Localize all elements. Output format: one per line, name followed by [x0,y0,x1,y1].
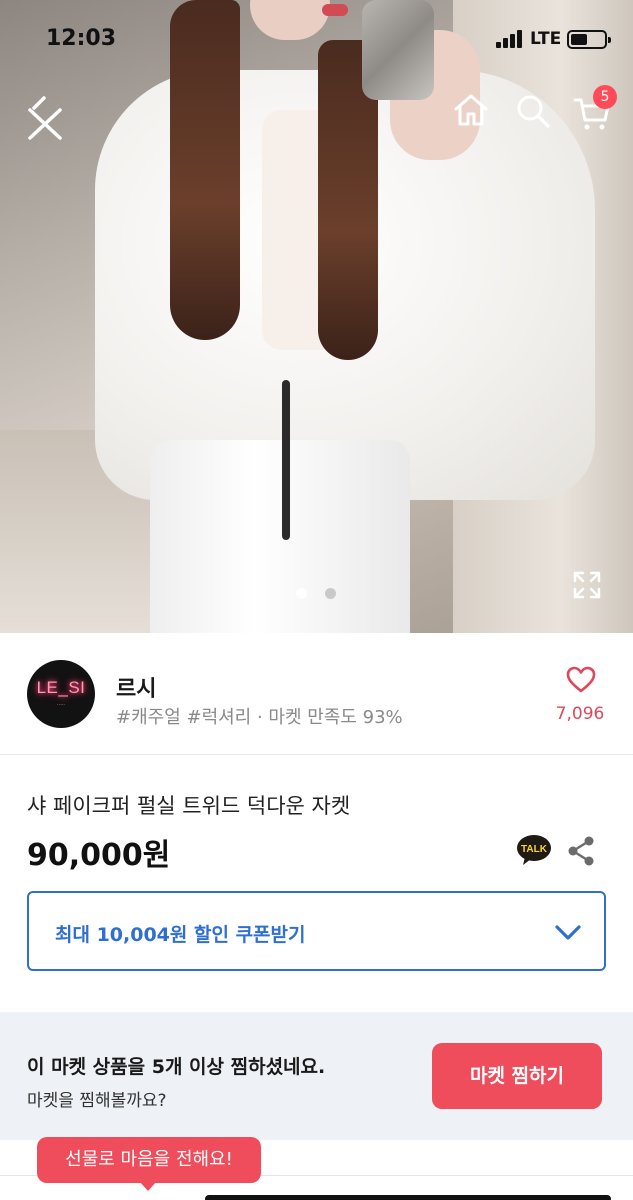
status-time: 12:03 [46,26,117,51]
product-price: 90,000원 [27,838,171,873]
photo-pants [150,440,410,633]
gift-tooltip-tail [139,1181,157,1191]
photo-zipper [282,380,290,540]
search-icon[interactable] [514,92,552,130]
follow-market-button[interactable]: 마켓 찜하기 [432,1043,602,1109]
kakao-talk-icon[interactable]: TALK [516,833,552,867]
cart-count-badge: 5 [593,85,617,109]
like-count: 7,096 [555,704,605,724]
gallery-pagination [296,588,340,600]
back-close-icon[interactable] [24,94,66,140]
home-indicator [205,1195,611,1200]
product-title: 샤 페이크퍼 펄실 트위드 덕다운 자켓 [27,794,351,818]
seller-avatar[interactable]: LE_SI ····· [27,660,95,728]
chevron-down-icon [555,925,581,940]
seller-section[interactable]: LE_SI ····· 르시 #캐주얼 #럭셔리 · 마켓 만족도 93% 7,… [0,633,633,755]
kakao-talk-label: TALK [521,844,548,855]
seller-logo-underline: ····· [57,702,65,708]
network-type: LTE [530,29,562,49]
gallery-dot-active[interactable] [296,588,307,599]
follow-banner-title: 이 마켓 상품을 5개 이상 찜하셨네요. [27,1056,326,1078]
market-follow-banner: 이 마켓 상품을 5개 이상 찜하셨네요. 마켓을 찜해볼까요? 마켓 찜하기 [0,1012,633,1140]
status-bar: 12:03 LTE [0,0,633,80]
coupon-label: 최대 10,004원 할인 쿠폰받기 [55,924,306,946]
gallery-dot[interactable] [325,588,336,599]
seller-logo-text: LE_SI [36,678,86,697]
seller-meta: #캐주얼 #럭셔리 · 마켓 만족도 93% [116,707,403,728]
gift-tooltip[interactable]: 선물로 마음을 전해요! [37,1137,261,1183]
expand-icon[interactable] [571,569,603,601]
signal-icon [496,30,524,48]
follow-banner-subtitle: 마켓을 찜해볼까요? [27,1091,167,1111]
seller-name[interactable]: 르시 [116,671,156,703]
share-icon[interactable] [566,835,596,867]
home-icon[interactable] [452,92,490,128]
coupon-download-button[interactable]: 최대 10,004원 할인 쿠폰받기 [27,891,606,971]
battery-icon [567,30,611,49]
heart-icon[interactable] [566,666,596,694]
